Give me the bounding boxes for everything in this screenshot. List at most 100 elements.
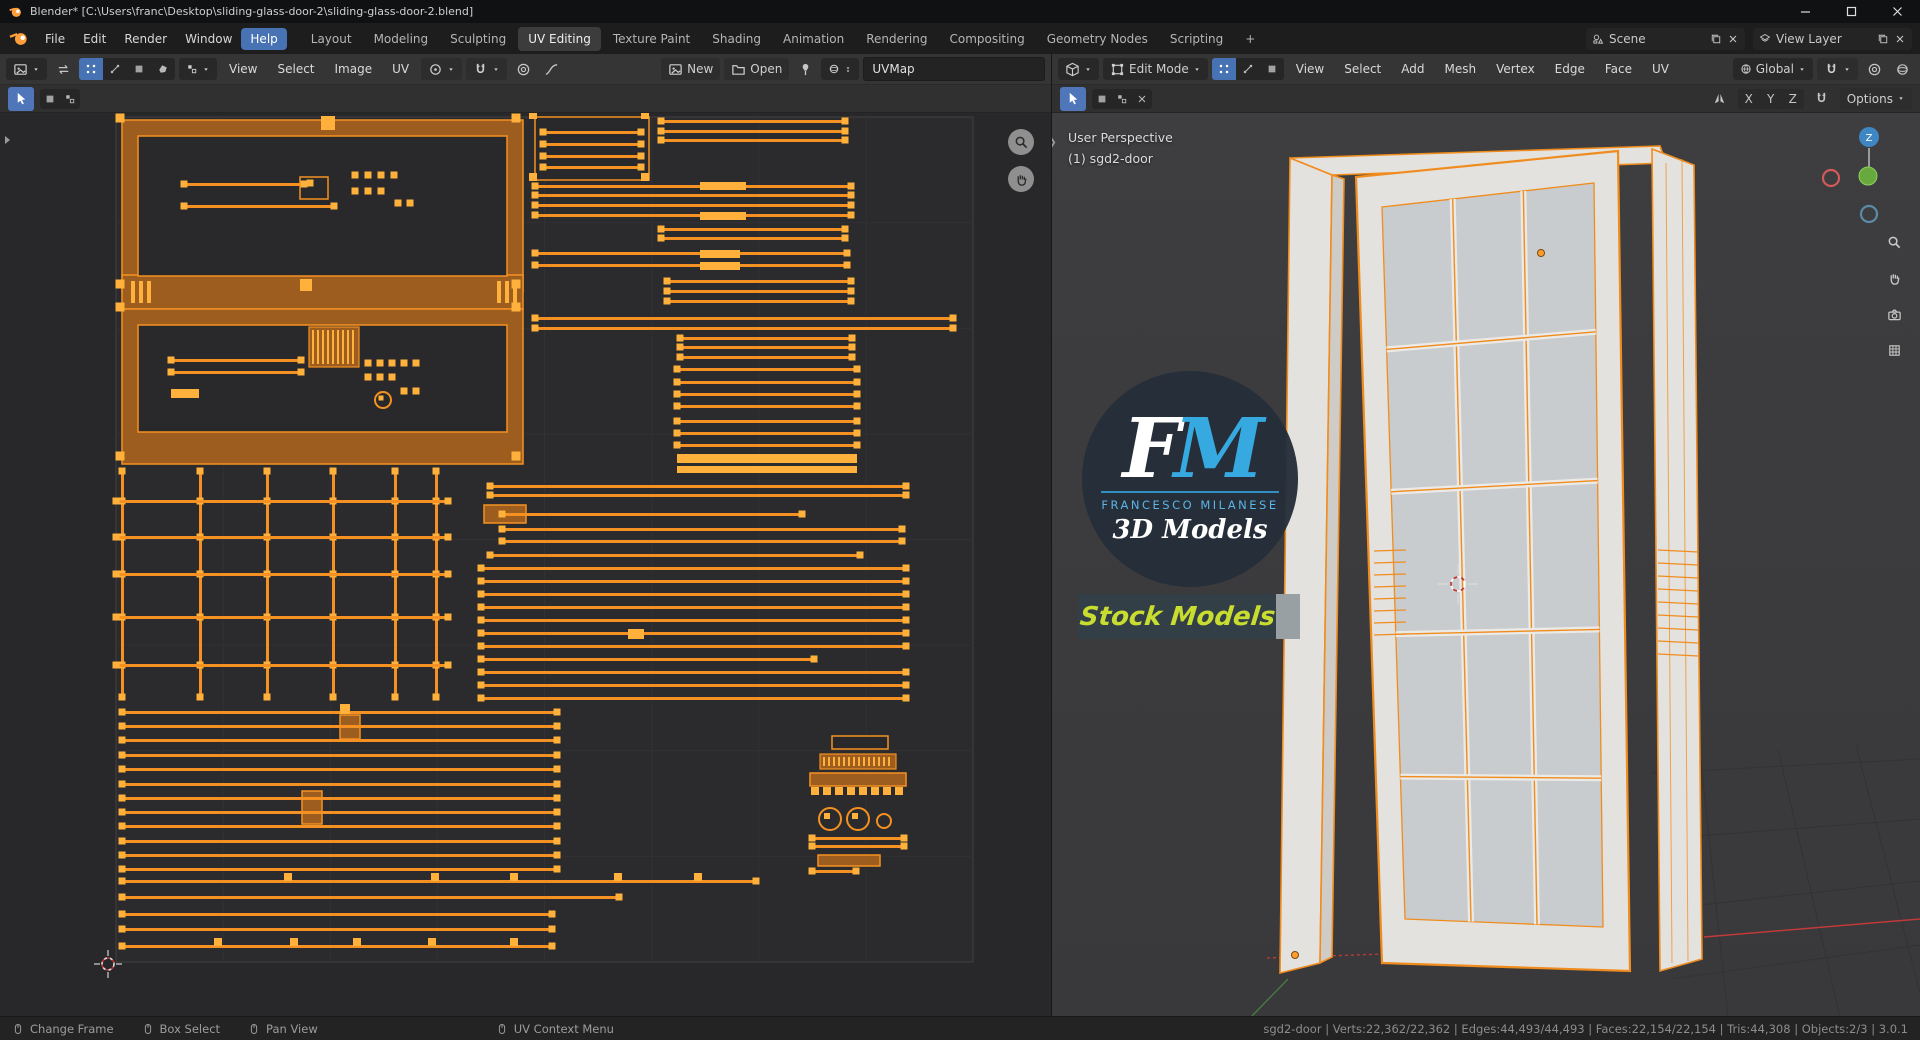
viewport-ortho-toggle-button[interactable] xyxy=(1882,338,1906,362)
maximize-button[interactable] xyxy=(1828,0,1874,23)
proportional-edit-toggle[interactable] xyxy=(1862,58,1886,80)
uv-menu-view[interactable]: View xyxy=(221,59,265,79)
select-extend-button[interactable] xyxy=(60,89,80,109)
sticky-select-dropdown[interactable] xyxy=(179,58,217,80)
tab-sculpting[interactable]: Sculpting xyxy=(440,27,516,51)
menu-window[interactable]: Window xyxy=(176,28,241,50)
edge-select-icon xyxy=(1242,63,1254,75)
vp-menu-view[interactable]: View xyxy=(1288,59,1332,79)
mirror-z-toggle[interactable]: Z xyxy=(1781,88,1804,109)
tab-compositing[interactable]: Compositing xyxy=(939,27,1034,51)
add-workspace-button[interactable]: + xyxy=(1235,27,1265,51)
browse-image-dropdown[interactable] xyxy=(821,58,860,80)
snap-dropdown[interactable] xyxy=(1817,58,1858,80)
tab-rendering[interactable]: Rendering xyxy=(856,27,937,51)
gizmo-x-neg-axis[interactable] xyxy=(1821,168,1841,188)
mouse-icon xyxy=(248,1023,260,1035)
unlink-scene-icon[interactable] xyxy=(1727,33,1739,45)
select-new-icon xyxy=(1096,93,1108,105)
folder-icon xyxy=(731,62,746,77)
gizmo-z-neg-axis[interactable] xyxy=(1859,204,1879,224)
remove-layer-icon[interactable] xyxy=(1894,33,1906,45)
tab-scripting[interactable]: Scripting xyxy=(1160,27,1233,51)
vp-menu-vertex[interactable]: Vertex xyxy=(1488,59,1543,79)
viewport-zoom-button[interactable] xyxy=(1882,230,1906,254)
vp-menu-select[interactable]: Select xyxy=(1336,59,1389,79)
tab-texture-paint[interactable]: Texture Paint xyxy=(603,27,700,51)
uv-select-edge-button[interactable] xyxy=(103,58,127,80)
uv-zoom-button[interactable] xyxy=(1008,129,1034,155)
editor-type-dropdown[interactable] xyxy=(6,58,47,80)
select-set-button[interactable] xyxy=(40,89,60,109)
tab-uv-editing[interactable]: UV Editing xyxy=(518,26,601,51)
uv-select-face-button[interactable] xyxy=(127,58,151,80)
editor-type-dropdown[interactable] xyxy=(1058,58,1099,80)
tab-shading[interactable]: Shading xyxy=(702,27,771,51)
vp-menu-mesh[interactable]: Mesh xyxy=(1437,59,1485,79)
snap-toggle-button[interactable] xyxy=(1810,88,1834,110)
proportional-edit-toggle[interactable] xyxy=(511,58,535,80)
viewport-camera-button[interactable] xyxy=(1882,302,1906,326)
uv-menu-uv[interactable]: UV xyxy=(384,59,417,79)
uv-select-vertex-button[interactable] xyxy=(79,58,103,80)
uv-select-island-button[interactable] xyxy=(151,58,175,80)
vertex-mode-button[interactable] xyxy=(1211,58,1236,80)
pin-image-toggle[interactable] xyxy=(793,58,817,80)
sn​ap-dropdown[interactable] xyxy=(466,58,508,80)
uv-map-name-field[interactable]: UVMap xyxy=(863,57,1045,81)
scene-selector[interactable]: Scene xyxy=(1586,27,1745,50)
globe-icon xyxy=(1740,63,1752,75)
select-extend-button[interactable] xyxy=(1112,89,1132,109)
tab-layout[interactable]: Layout xyxy=(301,27,362,51)
tab-modeling[interactable]: Modeling xyxy=(364,27,439,51)
chevron-down-icon xyxy=(1084,66,1092,73)
select-set-button[interactable] xyxy=(1092,89,1112,109)
face-mode-button[interactable] xyxy=(1260,58,1284,80)
mirror-x-toggle[interactable]: X xyxy=(1737,88,1760,109)
navigation-gizmo[interactable]: Z xyxy=(1820,125,1900,235)
uv-pan-button[interactable] xyxy=(1008,166,1034,192)
mirror-options-button[interactable] xyxy=(1708,88,1732,110)
uv-canvas[interactable] xyxy=(0,113,1051,1017)
active-tool-button[interactable] xyxy=(8,86,34,111)
blender-logo-icon[interactable] xyxy=(8,30,30,48)
tab-animation[interactable]: Animation xyxy=(773,27,854,51)
transform-orientation-dropdown[interactable]: Global xyxy=(1732,58,1813,80)
shading-mode-dropdown[interactable] xyxy=(1890,58,1914,80)
pivot-point-dropdown[interactable] xyxy=(421,58,463,80)
new-layer-icon[interactable] xyxy=(1877,33,1889,45)
vp-menu-uv[interactable]: UV xyxy=(1644,59,1677,79)
new-scene-icon[interactable] xyxy=(1710,33,1722,45)
image-open-button[interactable]: Open xyxy=(724,58,790,80)
uv-sync-select-toggle[interactable] xyxy=(51,58,75,80)
menu-file[interactable]: File xyxy=(36,28,74,50)
options-dropdown[interactable]: Options xyxy=(1839,87,1912,110)
active-tool-button[interactable] xyxy=(1060,86,1086,111)
menu-render[interactable]: Render xyxy=(115,28,176,50)
watermark-fm: FM xyxy=(1122,401,1265,498)
viewport-pan-button[interactable] xyxy=(1882,266,1906,290)
panel-divider-handle[interactable]: ❮❯ xyxy=(1052,137,1057,148)
options-label: Options xyxy=(1846,91,1893,106)
menu-edit[interactable]: Edit xyxy=(74,28,115,50)
uv-menu-image[interactable]: Image xyxy=(327,59,381,79)
minimize-icon xyxy=(1800,11,1810,13)
mirror-y-toggle[interactable]: Y xyxy=(1759,88,1782,109)
menu-help[interactable]: Help xyxy=(241,27,287,50)
mode-dropdown[interactable]: Edit Mode xyxy=(1103,58,1208,80)
view-layer-selector[interactable]: View Layer xyxy=(1753,27,1912,50)
gizmo-y-axis[interactable] xyxy=(1858,166,1878,186)
tab-geometry-nodes[interactable]: Geometry Nodes xyxy=(1037,27,1158,51)
falloff-dropdown[interactable] xyxy=(539,58,563,80)
vp-menu-add[interactable]: Add xyxy=(1393,59,1432,79)
toolbar-expand-arrow[interactable] xyxy=(2,135,12,145)
vp-menu-face[interactable]: Face xyxy=(1597,59,1640,79)
sticky-select-icon xyxy=(186,63,198,75)
image-new-button[interactable]: New xyxy=(661,58,721,80)
edge-mode-button[interactable] xyxy=(1236,58,1260,80)
vp-menu-edge[interactable]: Edge xyxy=(1547,59,1593,79)
minimize-button[interactable] xyxy=(1782,0,1828,23)
uv-menu-select[interactable]: Select xyxy=(269,59,322,79)
close-button[interactable] xyxy=(1874,0,1920,23)
select-subtract-button[interactable] xyxy=(1132,89,1152,109)
